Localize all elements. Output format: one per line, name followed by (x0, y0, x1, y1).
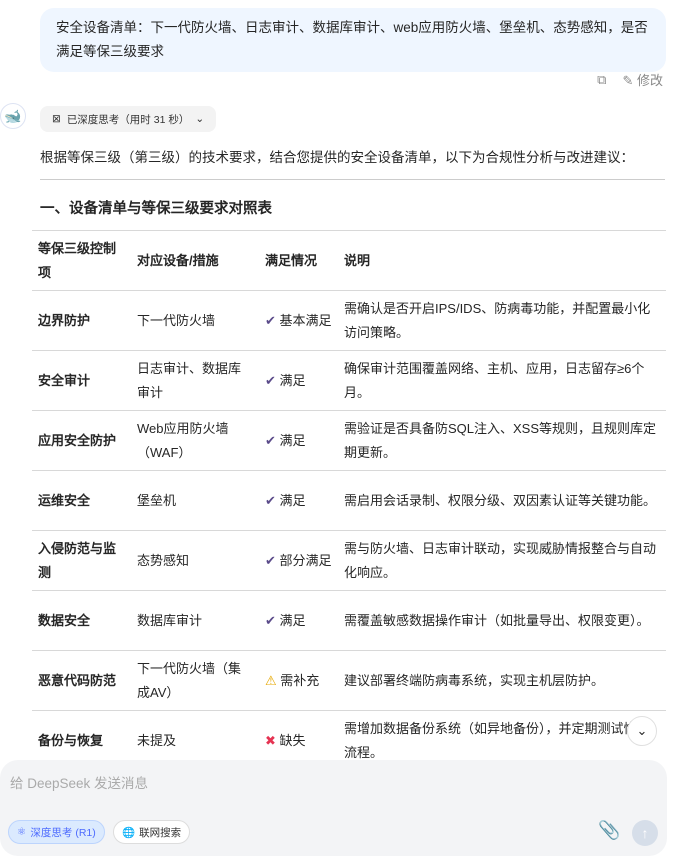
device: 日志审计、数据库审计 (131, 350, 259, 411)
status-icon: ✔ (265, 432, 276, 448)
status: ✔ 满足 (259, 590, 338, 651)
section-title: 一、设备清单与等保三级要求对照表 (40, 201, 272, 217)
control-item: 应用安全防护 (32, 410, 131, 471)
status-label: 满足 (279, 372, 306, 388)
web-search-label: 联网搜索 (139, 826, 182, 839)
device: Web应用防火墙（WAF） (131, 410, 259, 471)
table-row: 应用安全防护 Web应用防火墙（WAF） ✔ 满足 需验证是否具备防SQL注入、… (32, 410, 666, 471)
status: ✔ 部分满足 (259, 530, 338, 591)
deepseek-avatar-icon: 🐋 (0, 103, 26, 129)
atom-icon: ⚛ (17, 826, 27, 838)
divider (40, 179, 665, 180)
compliance-table: 等保三级控制项 对应设备/措施 满足情况 说明 边界防护 下一代防火墙 ✔ 基本… (32, 230, 666, 771)
thinking-icon: ⊠ (52, 113, 61, 125)
table-row: 数据安全 数据库审计 ✔ 满足 需覆盖敏感数据操作审计（如批量导出、权限变更）。 (32, 590, 666, 651)
thinking-label: 已深度思考（用时 31 秒） (66, 113, 190, 126)
status: ✔ 满足 (259, 350, 338, 411)
device: 态势感知 (131, 530, 259, 591)
deep-think-toggle[interactable]: ⚛ 深度思考 (R1) (8, 820, 105, 844)
table-row: 运维安全 堡垒机 ✔ 满足 需启用会话录制、权限分级、双因素认证等关键功能。 (32, 470, 666, 531)
note: 需覆盖敏感数据操作审计（如批量导出、权限变更）。 (338, 590, 666, 651)
status-icon: ⚠ (265, 672, 277, 688)
note: 确保审计范围覆盖网络、主机、应用，日志留存≥6个月。 (338, 350, 666, 411)
status-icon: ✔ (265, 312, 276, 328)
control-item: 恶意代码防范 (32, 650, 131, 711)
web-search-toggle[interactable]: 🌐 联网搜索 (113, 820, 191, 844)
copy-icon[interactable]: ⧉ (597, 72, 606, 88)
device: 数据库审计 (131, 590, 259, 651)
status-icon: ✔ (265, 552, 276, 568)
status-icon: ✖ (265, 732, 276, 748)
note: 需确认是否开启IPS/IDS、防病毒功能，并配置最小化访问策略。 (338, 290, 666, 351)
message-input[interactable]: 给 DeepSeek 发送消息 (10, 772, 148, 792)
control-item: 边界防护 (32, 290, 131, 351)
message-input-box[interactable]: 给 DeepSeek 发送消息 ⚛ 深度思考 (R1) 🌐 联网搜索 📎 ↑ (0, 760, 667, 856)
status: ✔ 满足 (259, 410, 338, 471)
status-label: 满足 (279, 432, 306, 448)
column-header: 对应设备/措施 (131, 230, 259, 291)
table-row: 边界防护 下一代防火墙 ✔ 基本满足 需确认是否开启IPS/IDS、防病毒功能，… (32, 290, 666, 351)
table-row: 入侵防范与监测 态势感知 ✔ 部分满足 需与防火墙、日志审计联动，实现威胁情报整… (32, 530, 666, 591)
deep-think-label: 深度思考 (R1) (30, 826, 96, 839)
note: 需与防火墙、日志审计联动，实现威胁情报整合与自动化响应。 (338, 530, 666, 591)
scroll-down-button[interactable]: ⌄ (627, 716, 657, 746)
status: ⚠ 需补充 (259, 650, 338, 711)
note: 建议部署终端防病毒系统，实现主机层防护。 (338, 650, 666, 711)
status: ✔ 满足 (259, 470, 338, 531)
status-icon: ✔ (265, 372, 276, 388)
status-label: 需补充 (280, 672, 320, 688)
status: ✔ 基本满足 (259, 290, 338, 351)
send-button[interactable]: ↑ (632, 820, 658, 846)
table-header-row: 等保三级控制项 对应设备/措施 满足情况 说明 (32, 230, 666, 291)
chevron-down-icon: ⌄ (195, 113, 205, 125)
thinking-toggle[interactable]: ⊠ 已深度思考（用时 31 秒） ⌄ (40, 106, 217, 132)
attach-icon[interactable]: 📎 (598, 820, 620, 841)
table-row: 恶意代码防范 下一代防火墙（集成AV） ⚠ 需补充 建议部署终端防病毒系统，实现… (32, 650, 666, 711)
device: 下一代防火墙（集成AV） (131, 650, 259, 711)
globe-icon: 🌐 (122, 826, 136, 839)
intro-text: 根据等保三级（第三级）的技术要求，结合您提供的安全设备清单，以下为合规性分析与改… (40, 150, 634, 165)
status-label: 部分满足 (279, 552, 332, 568)
user-message: 安全设备清单：下一代防火墙、日志审计、数据库审计、web应用防火墙、堡垒机、态势… (40, 8, 666, 72)
column-header: 等保三级控制项 (32, 230, 131, 291)
status-label: 基本满足 (279, 312, 332, 328)
message-actions: ⧉ ✎ 修改 (597, 70, 663, 89)
edit-button[interactable]: ✎ 修改 (622, 70, 663, 89)
arrow-up-icon: ↑ (641, 825, 649, 841)
status-label: 满足 (279, 492, 306, 508)
control-item: 数据安全 (32, 590, 131, 651)
status-icon: ✔ (265, 612, 276, 628)
status-label: 缺失 (279, 732, 306, 748)
control-item: 安全审计 (32, 350, 131, 411)
note: 需启用会话录制、权限分级、双因素认证等关键功能。 (338, 470, 666, 531)
column-header: 满足情况 (259, 230, 338, 291)
status-label: 满足 (279, 612, 306, 628)
note: 需验证是否具备防SQL注入、XSS等规则，且规则库定期更新。 (338, 410, 666, 471)
device: 堡垒机 (131, 470, 259, 531)
column-header: 说明 (338, 230, 666, 291)
status-icon: ✔ (265, 492, 276, 508)
control-item: 入侵防范与监测 (32, 530, 131, 591)
device: 下一代防火墙 (131, 290, 259, 351)
control-item: 运维安全 (32, 470, 131, 531)
edit-label: 修改 (636, 73, 663, 88)
table-row: 安全审计 日志审计、数据库审计 ✔ 满足 确保审计范围覆盖网络、主机、应用，日志… (32, 350, 666, 411)
chevron-down-icon: ⌄ (636, 723, 648, 738)
